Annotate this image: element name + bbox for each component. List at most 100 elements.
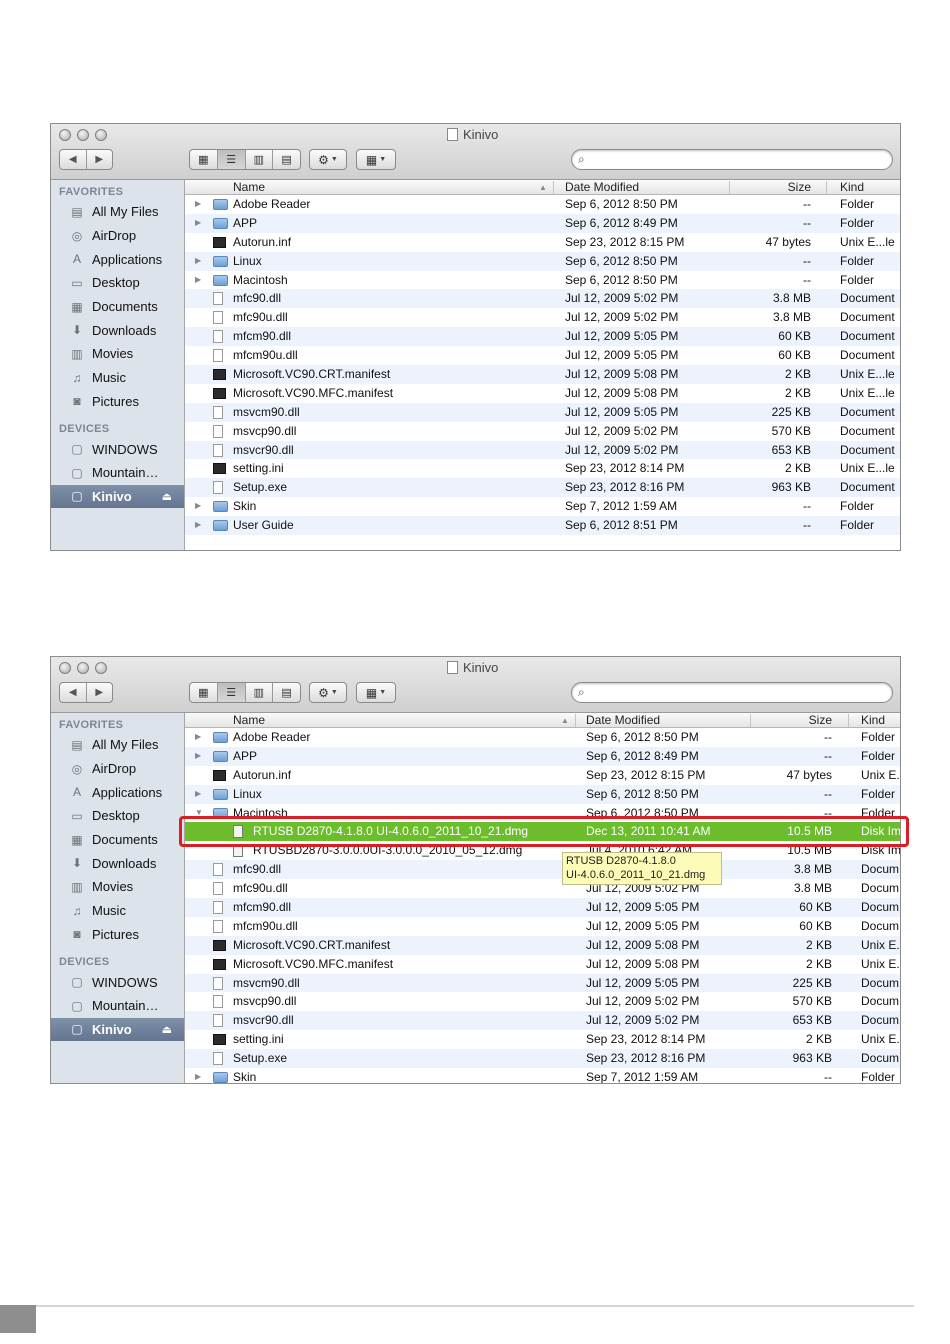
action-menu-button[interactable]: ⚙ ▼ (309, 682, 347, 703)
file-row[interactable]: ▶ Adobe Reader Sep 6, 2012 8:50 PM -- Folder (185, 728, 900, 747)
file-row[interactable]: Setup.exe Sep 23, 2012 8:16 PM 963 KB Docum (185, 1049, 900, 1069)
column-header-date[interactable]: Date Modified (586, 713, 660, 728)
disclosure-triangle-icon[interactable]: ▶ (195, 728, 201, 747)
coverflow-view-button[interactable]: ▤ (272, 150, 300, 169)
file-row[interactable]: msvcm90.dll Jul 12, 2009 5:05 PM 225 KB Doc… (185, 402, 900, 422)
sidebar-item-mountain-[interactable]: ▢ Mountain… (51, 461, 184, 485)
file-row[interactable]: mfcm90u.dll Jul 12, 2009 5:05 PM 60 KB Docu… (185, 346, 900, 365)
file-row[interactable]: ▶ Adobe Reader Sep 6, 2012 8:50 PM -- Folder (185, 195, 900, 214)
sidebar-item-movies[interactable]: ▥ Movies (51, 875, 184, 899)
forward-button[interactable]: ▶ (85, 150, 113, 169)
sidebar-item-all-my-files[interactable]: ▤ All My Files (51, 733, 184, 757)
file-row[interactable]: ▶ Skin Sep 7, 2012 1:59 AM -- Folder (185, 1068, 900, 1083)
sidebar-item-airdrop[interactable]: ◎ AirDrop (51, 757, 184, 781)
file-row[interactable]: ▶ APP Sep 6, 2012 8:49 PM -- Folder (185, 213, 900, 233)
eject-icon[interactable]: ⏏ (162, 490, 172, 503)
sidebar-item-airdrop[interactable]: ◎ AirDrop (51, 224, 184, 248)
column-header-name[interactable]: Name (233, 180, 265, 195)
sidebar-item-documents[interactable]: ▦ Documents (51, 295, 184, 319)
disclosure-triangle-icon[interactable]: ▶ (195, 214, 201, 233)
column-header-date[interactable]: Date Modified (565, 180, 639, 195)
disclosure-triangle-icon[interactable]: ▶ (195, 271, 201, 290)
back-button[interactable]: ◀ (60, 683, 86, 702)
file-row[interactable]: Microsoft.VC90.CRT.manifest Jul 12, 2009 … (185, 365, 900, 384)
sidebar-item-pictures[interactable]: ◙ Pictures (51, 923, 184, 947)
sidebar-item-music[interactable]: ♫ Music (51, 899, 184, 923)
sidebar-item-downloads[interactable]: ⬇ Downloads (51, 318, 184, 342)
file-row[interactable]: mfc90.dll Jul 12, 2009 5:02 PM 3.8 MB Docum… (185, 289, 900, 309)
file-row[interactable]: msvcr90.dll Jul 12, 2009 5:02 PM 653 KB Doc… (185, 1011, 900, 1031)
disclosure-triangle-icon[interactable]: ▶ (195, 497, 201, 516)
file-row[interactable]: ▶ Skin Sep 7, 2012 1:59 AM -- Folder (185, 497, 900, 516)
icon-view-button[interactable]: ▦ (190, 150, 217, 169)
file-row[interactable]: Autorun.inf Sep 23, 2012 8:15 PM 47 bytes U… (185, 766, 900, 785)
column-view-button[interactable]: ▥ (244, 683, 273, 702)
disclosure-triangle-icon[interactable]: ▶ (195, 516, 201, 535)
file-row[interactable]: setting.ini Sep 23, 2012 8:14 PM 2 KB Unix … (185, 459, 900, 478)
file-row[interactable]: Microsoft.VC90.CRT.manifest Jul 12, 2009 … (185, 935, 900, 955)
sidebar-item-kinivo[interactable]: ▢ Kinivo ⏏ (51, 484, 184, 509)
column-header-size[interactable]: Size (809, 713, 832, 728)
list-view-button[interactable]: ☰ (216, 150, 245, 169)
sidebar-item-kinivo[interactable]: ▢ Kinivo ⏏ (51, 1017, 184, 1042)
file-row[interactable]: Setup.exe Sep 23, 2012 8:16 PM 963 KB Docum… (185, 478, 900, 498)
file-row[interactable]: mfcm90u.dll Jul 12, 2009 5:05 PM 60 KB Docu… (185, 917, 900, 936)
action-menu-button[interactable]: ⚙ ▼ (309, 149, 347, 170)
minimize-icon[interactable] (77, 129, 89, 141)
file-row[interactable]: ▶ Linux Sep 6, 2012 8:50 PM -- Folder (185, 784, 900, 804)
list-view-button[interactable]: ☰ (216, 683, 245, 702)
file-row[interactable]: ▶ User Guide Sep 6, 2012 8:51 PM -- Folder (185, 516, 900, 536)
file-row[interactable]: ▶ APP Sep 6, 2012 8:49 PM -- Folder (185, 746, 900, 766)
zoom-icon[interactable] (95, 662, 107, 674)
eject-icon[interactable]: ⏏ (162, 1023, 172, 1036)
column-header-size[interactable]: Size (788, 180, 811, 195)
sidebar-item-movies[interactable]: ▥ Movies (51, 342, 184, 366)
zoom-icon[interactable] (95, 129, 107, 141)
file-row[interactable]: setting.ini Sep 23, 2012 8:14 PM 2 KB Unix … (185, 1030, 900, 1049)
file-row[interactable]: mfcm90.dll Jul 12, 2009 5:05 PM 60 KB Docum… (185, 327, 900, 347)
disclosure-triangle-icon[interactable]: ▶ (195, 195, 201, 214)
sidebar-item-windows[interactable]: ▢ WINDOWS (51, 437, 184, 461)
file-row[interactable]: msvcp90.dll Jul 12, 2009 5:02 PM 570 KB Doc… (185, 992, 900, 1011)
sidebar-item-desktop[interactable]: ▭ Desktop (51, 271, 184, 295)
close-icon[interactable] (59, 129, 71, 141)
sidebar-item-mountain-[interactable]: ▢ Mountain… (51, 994, 184, 1018)
sidebar-item-desktop[interactable]: ▭ Desktop (51, 804, 184, 828)
forward-button[interactable]: ▶ (85, 683, 113, 702)
file-row[interactable]: ▶ Macintosh Sep 6, 2012 8:50 PM -- Folder (185, 271, 900, 290)
file-row[interactable]: msvcp90.dll Jul 12, 2009 5:02 PM 570 KB Doc… (185, 422, 900, 441)
search-input[interactable]: ⌕ (571, 682, 893, 703)
disclosure-triangle-icon[interactable]: ▶ (195, 747, 201, 766)
sidebar-item-applications[interactable]: A Applications (51, 780, 184, 804)
sidebar-item-documents[interactable]: ▦ Documents (51, 828, 184, 852)
disclosure-triangle-icon[interactable]: ▶ (195, 785, 201, 804)
column-header-kind[interactable]: Kind (861, 713, 885, 728)
disclosure-triangle-icon[interactable]: ▶ (195, 252, 201, 271)
file-row[interactable]: msvcm90.dll Jul 12, 2009 5:05 PM 225 KB Doc… (185, 973, 900, 993)
column-header-kind[interactable]: Kind (840, 180, 864, 195)
file-row[interactable]: Microsoft.VC90.MFC.manifest Jul 12, 2009 … (185, 955, 900, 974)
file-row[interactable]: mfc90u.dll Jul 12, 2009 5:02 PM 3.8 MB Docu… (185, 879, 900, 898)
file-row[interactable]: mfc90u.dll Jul 12, 2009 5:02 PM 3.8 MB Docu… (185, 308, 900, 327)
file-row[interactable]: mfc90.dllJul 12, 2009 5:02 PM3.8 MBDocum (185, 860, 900, 880)
icon-view-button[interactable]: ▦ (190, 683, 217, 702)
sidebar-item-windows[interactable]: ▢ WINDOWS (51, 970, 184, 994)
disclosure-triangle-icon[interactable]: ▶ (195, 1068, 201, 1083)
arrange-menu-button[interactable]: ▦ ▼ (356, 149, 396, 170)
minimize-icon[interactable] (77, 662, 89, 674)
column-header-name[interactable]: Name (233, 713, 265, 728)
sidebar-item-downloads[interactable]: ⬇ Downloads (51, 851, 184, 875)
file-row[interactable]: ▶ Linux Sep 6, 2012 8:50 PM -- Folder (185, 251, 900, 271)
sidebar-item-applications[interactable]: A Applications (51, 247, 184, 271)
sidebar-item-music[interactable]: ♫ Music (51, 366, 184, 390)
column-view-button[interactable]: ▥ (244, 150, 273, 169)
sidebar-item-all-my-files[interactable]: ▤ All My Files (51, 200, 184, 224)
file-row[interactable]: mfcm90.dll Jul 12, 2009 5:05 PM 60 KB Docum (185, 898, 900, 917)
file-row[interactable]: Autorun.inf Sep 23, 2012 8:15 PM 47 bytes U… (185, 233, 900, 252)
sidebar-item-pictures[interactable]: ◙ Pictures (51, 390, 184, 414)
coverflow-view-button[interactable]: ▤ (272, 683, 300, 702)
file-row[interactable]: Microsoft.VC90.MFC.manifest Jul 12, 2009 … (185, 384, 900, 403)
search-input[interactable]: ⌕ (571, 149, 893, 170)
arrange-menu-button[interactable]: ▦ ▼ (356, 682, 396, 703)
back-button[interactable]: ◀ (60, 150, 86, 169)
